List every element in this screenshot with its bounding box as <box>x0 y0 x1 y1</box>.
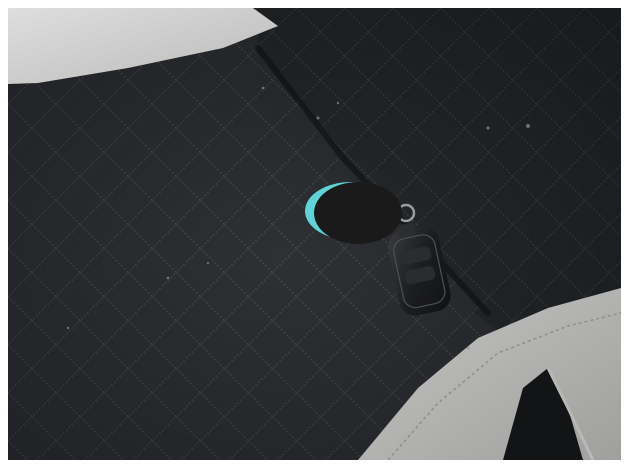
photo-frame <box>8 8 621 460</box>
car-seat-photo <box>8 8 621 460</box>
